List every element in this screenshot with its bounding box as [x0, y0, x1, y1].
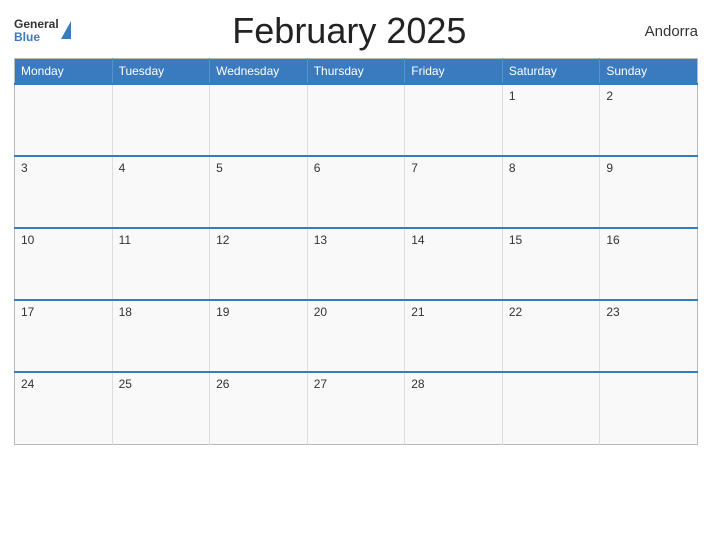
day-number: 13 — [314, 233, 327, 247]
calendar-cell: 16 — [600, 228, 698, 300]
day-number: 6 — [314, 161, 321, 175]
day-number: 26 — [216, 377, 229, 391]
header: General Blue February 2025 Andorra — [14, 10, 698, 52]
calendar-cell: 8 — [502, 156, 600, 228]
day-number: 10 — [21, 233, 34, 247]
day-number: 2 — [606, 89, 613, 103]
logo-blue-text: Blue — [14, 31, 59, 44]
calendar-cell — [307, 84, 405, 156]
calendar-cell: 12 — [210, 228, 308, 300]
day-number: 23 — [606, 305, 619, 319]
day-number: 20 — [314, 305, 327, 319]
calendar-cell: 23 — [600, 300, 698, 372]
weekday-header-row: Monday Tuesday Wednesday Thursday Friday… — [15, 59, 698, 85]
day-number: 16 — [606, 233, 619, 247]
day-number: 7 — [411, 161, 418, 175]
calendar-week-row: 24 25 26 27 28 — [15, 372, 698, 444]
calendar-cell: 26 — [210, 372, 308, 444]
day-number: 27 — [314, 377, 327, 391]
day-number: 3 — [21, 161, 28, 175]
logo: General Blue — [14, 18, 71, 44]
calendar-cell: 28 — [405, 372, 503, 444]
calendar-cell — [502, 372, 600, 444]
calendar-cell: 24 — [15, 372, 113, 444]
day-number: 28 — [411, 377, 424, 391]
day-number: 1 — [509, 89, 516, 103]
calendar-cell — [600, 372, 698, 444]
header-sunday: Sunday — [600, 59, 698, 85]
day-number: 9 — [606, 161, 613, 175]
calendar-cell: 3 — [15, 156, 113, 228]
calendar-cell: 6 — [307, 156, 405, 228]
calendar-cell: 20 — [307, 300, 405, 372]
calendar-cell — [405, 84, 503, 156]
calendar-week-row: 17 18 19 20 21 22 23 — [15, 300, 698, 372]
header-thursday: Thursday — [307, 59, 405, 85]
header-wednesday: Wednesday — [210, 59, 308, 85]
day-number: 24 — [21, 377, 34, 391]
day-number: 18 — [119, 305, 132, 319]
calendar-cell: 14 — [405, 228, 503, 300]
calendar-cell: 11 — [112, 228, 210, 300]
day-number: 22 — [509, 305, 522, 319]
calendar-cell: 1 — [502, 84, 600, 156]
day-number: 25 — [119, 377, 132, 391]
calendar-cell: 19 — [210, 300, 308, 372]
day-number: 14 — [411, 233, 424, 247]
calendar-body: 1234567891011121314151617181920212223242… — [15, 84, 698, 444]
calendar-cell: 7 — [405, 156, 503, 228]
calendar-cell: 18 — [112, 300, 210, 372]
day-number: 11 — [119, 233, 131, 247]
calendar-cell — [210, 84, 308, 156]
logo-triangle-icon — [61, 21, 71, 39]
calendar-week-row: 10 11 12 13 14 15 16 — [15, 228, 698, 300]
day-number: 15 — [509, 233, 522, 247]
calendar-cell — [112, 84, 210, 156]
calendar-cell: 2 — [600, 84, 698, 156]
header-monday: Monday — [15, 59, 113, 85]
calendar-cell: 9 — [600, 156, 698, 228]
calendar-cell: 13 — [307, 228, 405, 300]
calendar-cell: 10 — [15, 228, 113, 300]
calendar-cell: 15 — [502, 228, 600, 300]
calendar-cell: 5 — [210, 156, 308, 228]
calendar-cell: 25 — [112, 372, 210, 444]
day-number: 19 — [216, 305, 229, 319]
calendar-table: Monday Tuesday Wednesday Thursday Friday… — [14, 58, 698, 445]
calendar-week-row: 12 — [15, 84, 698, 156]
calendar-cell: 21 — [405, 300, 503, 372]
calendar-cell: 27 — [307, 372, 405, 444]
calendar-page: General Blue February 2025 Andorra Monda… — [0, 0, 712, 550]
month-title: February 2025 — [71, 10, 628, 52]
day-number: 4 — [119, 161, 126, 175]
calendar-cell: 4 — [112, 156, 210, 228]
header-saturday: Saturday — [502, 59, 600, 85]
header-tuesday: Tuesday — [112, 59, 210, 85]
header-friday: Friday — [405, 59, 503, 85]
calendar-week-row: 3 4 5 6 7 8 9 — [15, 156, 698, 228]
calendar-cell: 22 — [502, 300, 600, 372]
day-number: 8 — [509, 161, 516, 175]
day-number: 12 — [216, 233, 229, 247]
calendar-cell — [15, 84, 113, 156]
day-number: 17 — [21, 305, 34, 319]
calendar-cell: 17 — [15, 300, 113, 372]
day-number: 21 — [411, 305, 424, 319]
day-number: 5 — [216, 161, 223, 175]
country-label: Andorra — [628, 23, 698, 40]
